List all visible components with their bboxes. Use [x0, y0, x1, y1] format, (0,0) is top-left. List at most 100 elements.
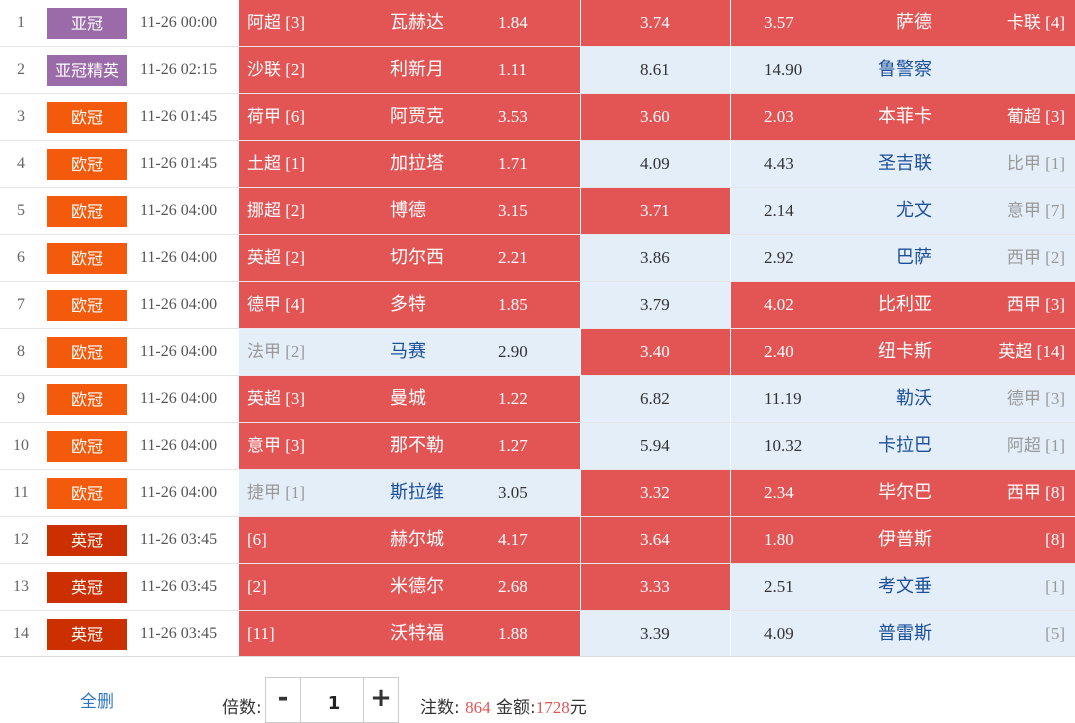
- league-badge: 欧冠: [47, 196, 127, 227]
- home-win-odds: 2.21: [498, 248, 528, 267]
- amount-value: 1728: [535, 698, 570, 717]
- away-win-option[interactable]: 2.34 毕尔巴 西甲 [8]: [731, 470, 1075, 516]
- away-win-option[interactable]: 4.02 比利亚 西甲 [3]: [731, 282, 1075, 328]
- draw-odds: 3.32: [640, 483, 670, 502]
- home-team-rank: 捷甲 [1]: [247, 483, 306, 502]
- home-win-odds: 3.53: [498, 107, 528, 126]
- match-row: 5 欧冠 11-26 04:00 挪超 [2] 博德 3.15 3.71 2.14 尤文 意甲 […: [0, 188, 1075, 235]
- away-team-rank: 卡联 [4]: [1006, 13, 1065, 32]
- multiplier-input[interactable]: [301, 690, 367, 716]
- away-win-option[interactable]: 11.19 勒沃 德甲 [3]: [731, 376, 1075, 422]
- league-badge: 欧冠: [47, 149, 127, 180]
- away-win-odds: 2.34: [764, 483, 794, 502]
- draw-option[interactable]: 3.39: [581, 611, 730, 657]
- draw-option[interactable]: 8.61: [581, 47, 730, 93]
- home-team-rank: 沙联 [2]: [247, 60, 306, 79]
- home-team-rank: 意甲 [3]: [247, 436, 306, 455]
- draw-option[interactable]: 6.82: [581, 376, 730, 422]
- draw-odds: 3.39: [640, 624, 670, 643]
- away-win-odds: 10.32: [764, 436, 803, 455]
- away-win-odds: 4.09: [764, 624, 794, 643]
- away-team-name: 考文垂: [878, 576, 932, 597]
- away-win-option[interactable]: 2.03 本菲卡 葡超 [3]: [731, 94, 1075, 140]
- home-win-option[interactable]: 沙联 [2] 利新月 1.11: [239, 47, 580, 93]
- draw-odds: 3.33: [640, 577, 670, 596]
- match-number: 10: [13, 437, 29, 454]
- draw-odds: 3.64: [640, 530, 670, 549]
- league-badge: 亚冠: [47, 8, 127, 39]
- draw-option[interactable]: 3.32: [581, 470, 730, 516]
- home-win-option[interactable]: 英超 [3] 曼城 1.22: [239, 376, 580, 422]
- match-row: 8 欧冠 11-26 04:00 法甲 [2] 马赛 2.90 3.40 2.40 纽卡斯 英超 …: [0, 329, 1075, 376]
- home-team-name: 米德尔: [390, 576, 444, 597]
- match-number: 14: [13, 625, 29, 642]
- away-win-option[interactable]: 14.90 鲁警察: [731, 47, 1075, 93]
- draw-option[interactable]: 4.09: [581, 141, 730, 187]
- away-win-odds: 4.02: [764, 295, 794, 314]
- home-win-option[interactable]: 捷甲 [1] 斯拉维 3.05: [239, 470, 580, 516]
- draw-option[interactable]: 5.94: [581, 423, 730, 469]
- home-win-option[interactable]: 意甲 [3] 那不勒 1.27: [239, 423, 580, 469]
- away-win-option[interactable]: 2.40 纽卡斯 英超 [14]: [731, 329, 1075, 375]
- match-number: 1: [17, 14, 25, 31]
- home-team-name: 加拉塔: [390, 153, 444, 174]
- away-win-option[interactable]: 3.57 萨德 卡联 [4]: [731, 0, 1075, 46]
- home-win-option[interactable]: 英超 [2] 切尔西 2.21: [239, 235, 580, 281]
- multiplier-minus-button[interactable]: -: [266, 678, 301, 722]
- home-win-odds: 3.15: [498, 201, 528, 220]
- home-win-option[interactable]: 荷甲 [6] 阿贾克 3.53: [239, 94, 580, 140]
- draw-odds: 3.86: [640, 248, 670, 267]
- draw-option[interactable]: 3.74: [581, 0, 730, 46]
- home-win-option[interactable]: 德甲 [4] 多特 1.85: [239, 282, 580, 328]
- draw-odds: 4.09: [640, 154, 670, 173]
- away-win-option[interactable]: 10.32 卡拉巴 阿超 [1]: [731, 423, 1075, 469]
- draw-option[interactable]: 3.60: [581, 94, 730, 140]
- home-win-odds: 1.88: [498, 624, 528, 643]
- home-win-option[interactable]: 法甲 [2] 马赛 2.90: [239, 329, 580, 375]
- match-row: 3 欧冠 11-26 01:45 荷甲 [6] 阿贾克 3.53 3.60 2.03 本菲卡 葡超…: [0, 94, 1075, 141]
- home-win-odds: 1.71: [498, 154, 528, 173]
- away-win-option[interactable]: 2.51 考文垂 [1]: [731, 564, 1075, 610]
- draw-option[interactable]: 3.79: [581, 282, 730, 328]
- match-time: 11-26 04:00: [140, 343, 218, 360]
- draw-option[interactable]: 3.33: [581, 564, 730, 610]
- home-win-option[interactable]: [6] 赫尔城 4.17: [239, 517, 580, 563]
- away-win-option[interactable]: 2.14 尤文 意甲 [7]: [731, 188, 1075, 234]
- away-win-odds: 3.57: [764, 13, 794, 32]
- match-time: 11-26 03:45: [140, 578, 218, 595]
- multiplier-plus-button[interactable]: +: [363, 678, 398, 722]
- draw-odds: 5.94: [640, 436, 670, 455]
- away-team-name: 比利亚: [878, 294, 932, 315]
- home-win-option[interactable]: 土超 [1] 加拉塔 1.71: [239, 141, 580, 187]
- home-win-odds: 1.84: [498, 13, 528, 32]
- draw-option[interactable]: 3.40: [581, 329, 730, 375]
- clear-all-button[interactable]: 全删: [80, 687, 114, 712]
- draw-option[interactable]: 3.71: [581, 188, 730, 234]
- amount-label: 金额:: [496, 698, 536, 718]
- bet-summary: 注数: 864 金额:1728元: [420, 693, 587, 718]
- away-win-option[interactable]: 4.43 圣吉联 比甲 [1]: [731, 141, 1075, 187]
- home-win-option[interactable]: [11] 沃特福 1.88: [239, 611, 580, 657]
- match-time: 11-26 02:15: [140, 61, 218, 78]
- away-win-odds: 2.14: [764, 201, 794, 220]
- bets-label: 注数:: [420, 698, 460, 718]
- home-win-option[interactable]: 挪超 [2] 博德 3.15: [239, 188, 580, 234]
- home-team-rank: 挪超 [2]: [247, 201, 306, 220]
- home-team-name: 博德: [390, 200, 426, 221]
- draw-option[interactable]: 3.64: [581, 517, 730, 563]
- home-win-option[interactable]: [2] 米德尔 2.68: [239, 564, 580, 610]
- league-badge: 欧冠: [47, 102, 127, 133]
- away-win-option[interactable]: 2.92 巴萨 西甲 [2]: [731, 235, 1075, 281]
- match-number: 4: [17, 155, 25, 172]
- match-time: 11-26 04:00: [140, 249, 218, 266]
- home-win-option[interactable]: 阿超 [3] 瓦赫达 1.84: [239, 0, 580, 46]
- draw-option[interactable]: 3.86: [581, 235, 730, 281]
- away-team-name: 毕尔巴: [878, 482, 932, 503]
- away-win-option[interactable]: 4.09 普雷斯 [5]: [731, 611, 1075, 657]
- home-team-name: 瓦赫达: [390, 12, 444, 33]
- away-team-rank: 德甲 [3]: [1006, 389, 1065, 408]
- match-number: 2: [17, 61, 25, 78]
- away-win-option[interactable]: 1.80 伊普斯 [8]: [731, 517, 1075, 563]
- home-team-rank: 法甲 [2]: [247, 342, 306, 361]
- away-team-rank: 英超 [14]: [998, 342, 1065, 361]
